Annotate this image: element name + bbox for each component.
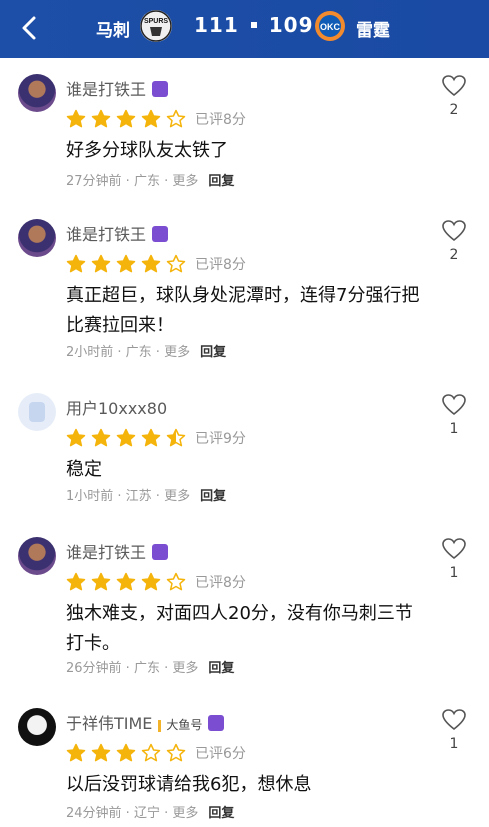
comment-meta: 26分钟前 · 广东 · 更多 回复 bbox=[66, 661, 235, 676]
user-badge-icon bbox=[152, 225, 169, 242]
comment-text: 以后没罚球请给我6犯，想休息 bbox=[66, 774, 312, 795]
star-icon bbox=[66, 428, 86, 446]
star-icon bbox=[66, 109, 86, 127]
rating-text: 已评8分 bbox=[195, 256, 246, 273]
comment-meta: 27分钟前 · 广东 · 更多 回复 bbox=[66, 174, 235, 189]
comment-meta: 24分钟前 · 辽宁 · 更多 回复 bbox=[66, 806, 235, 821]
star-icon bbox=[166, 109, 186, 127]
spurs-logo-icon: SPURS bbox=[140, 10, 172, 42]
heart-icon[interactable] bbox=[441, 393, 467, 417]
user-badge-icon bbox=[152, 543, 169, 560]
comment-item: 谁是打铁王 已评8分 好多分球队友太铁了 27分钟前 · 广东 · 更多 回复 2 bbox=[0, 74, 489, 194]
star-icon bbox=[66, 254, 86, 272]
avatar[interactable] bbox=[18, 393, 56, 431]
star-icon bbox=[116, 254, 136, 272]
heart-icon[interactable] bbox=[441, 537, 467, 561]
reply-button[interactable]: 回复 bbox=[200, 345, 226, 360]
rating-stars: 已评6分 bbox=[66, 742, 246, 762]
away-score: 109 bbox=[268, 13, 314, 37]
star-icon bbox=[66, 743, 86, 761]
star-icon bbox=[141, 572, 161, 590]
comment-item: 谁是打铁王 已评8分 真正超巨，球队身处泥潭时，连得7分强行把比赛拉回来！ 2小… bbox=[0, 219, 489, 369]
star-icon bbox=[116, 572, 136, 590]
avatar[interactable] bbox=[18, 708, 56, 746]
star-icon bbox=[91, 109, 111, 127]
comment-author[interactable]: 谁是打铁王 bbox=[66, 539, 169, 563]
star-icon bbox=[91, 572, 111, 590]
star-icon bbox=[116, 428, 136, 446]
comment-item: 用户10xxx80 已评9分 稳定 1小时前 · 江苏 · 更多 回复 1 bbox=[0, 393, 489, 508]
heart-icon[interactable] bbox=[441, 219, 467, 243]
star-icon bbox=[91, 743, 111, 761]
rating-text: 已评8分 bbox=[195, 111, 246, 128]
reply-button[interactable]: 回复 bbox=[208, 806, 234, 821]
star-icon bbox=[166, 254, 186, 272]
star-icon bbox=[66, 572, 86, 590]
user-badge-icon bbox=[208, 714, 225, 731]
rating-stars: 已评9分 bbox=[66, 427, 246, 447]
star-icon bbox=[166, 428, 186, 446]
away-team-name: 雷霆 bbox=[356, 21, 390, 41]
star-icon bbox=[141, 428, 161, 446]
star-icon bbox=[141, 109, 161, 127]
rating-text: 已评9分 bbox=[195, 430, 246, 447]
reply-button[interactable]: 回复 bbox=[200, 489, 226, 504]
like-count: 1 bbox=[449, 565, 459, 581]
scoreboard-header: 马刺 SPURS 111 109 OKC 雷霆 bbox=[0, 0, 489, 58]
dayu-tag: 大鱼号 bbox=[158, 716, 202, 733]
reply-button[interactable]: 回复 bbox=[208, 174, 234, 189]
star-icon bbox=[116, 109, 136, 127]
star-icon bbox=[141, 743, 161, 761]
rating-text: 已评6分 bbox=[195, 745, 246, 762]
star-icon bbox=[141, 254, 161, 272]
star-icon bbox=[91, 254, 111, 272]
comment-author[interactable]: 用户10xxx80 bbox=[66, 395, 167, 419]
like-count: 2 bbox=[449, 247, 459, 263]
comment-text: 稳定 bbox=[66, 459, 102, 480]
heart-icon[interactable] bbox=[441, 708, 467, 732]
comment-text: 真正超巨，球队身处泥潭时，连得7分强行把比赛拉回来！ bbox=[66, 285, 420, 336]
home-score: 111 bbox=[194, 13, 239, 37]
spurs-logo-text: SPURS bbox=[144, 18, 168, 25]
like-count: 1 bbox=[449, 736, 459, 752]
avatar[interactable] bbox=[18, 219, 56, 257]
rating-stars: 已评8分 bbox=[66, 571, 246, 591]
thunder-logo-icon: OKC bbox=[315, 11, 345, 41]
star-icon bbox=[116, 743, 136, 761]
rating-text: 已评8分 bbox=[195, 574, 246, 591]
rating-stars: 已评8分 bbox=[66, 253, 246, 273]
comment-text: 独木难支，对面四人20分，没有你马刺三节打卡。 bbox=[66, 603, 413, 654]
heart-icon[interactable] bbox=[441, 74, 467, 98]
comment-item: 于祥伟TIME 大鱼号 已评6分 以后没罚球请给我6犯，想休息 24分钟前 · 辽… bbox=[0, 708, 489, 827]
star-icon bbox=[91, 428, 111, 446]
user-badge-icon bbox=[152, 80, 169, 97]
star-icon bbox=[166, 572, 186, 590]
comment-item: 谁是打铁王 已评8分 独木难支，对面四人20分，没有你马刺三节打卡。 26分钟前… bbox=[0, 537, 489, 682]
star-icon bbox=[166, 743, 186, 761]
comment-meta: 2小时前 · 广东 · 更多 回复 bbox=[66, 345, 227, 360]
reply-button[interactable]: 回复 bbox=[208, 661, 234, 676]
comment-author[interactable]: 谁是打铁王 bbox=[66, 76, 169, 100]
comment-author[interactable]: 于祥伟TIME 大鱼号 bbox=[66, 710, 225, 734]
back-arrow-icon[interactable] bbox=[16, 10, 46, 46]
comment-text: 好多分球队友太铁了 bbox=[66, 140, 228, 161]
rating-stars: 已评8分 bbox=[66, 108, 246, 128]
thunder-logo-text: OKC bbox=[320, 22, 341, 32]
score-display: 111 109 bbox=[194, 13, 314, 37]
score-separator bbox=[250, 21, 257, 28]
comment-author[interactable]: 谁是打铁王 bbox=[66, 221, 169, 245]
like-count: 1 bbox=[449, 421, 459, 437]
avatar[interactable] bbox=[18, 537, 56, 575]
comment-meta: 1小时前 · 江苏 · 更多 回复 bbox=[66, 489, 227, 504]
avatar[interactable] bbox=[18, 74, 56, 112]
home-team-name: 马刺 bbox=[96, 21, 130, 41]
like-count: 2 bbox=[449, 102, 459, 118]
